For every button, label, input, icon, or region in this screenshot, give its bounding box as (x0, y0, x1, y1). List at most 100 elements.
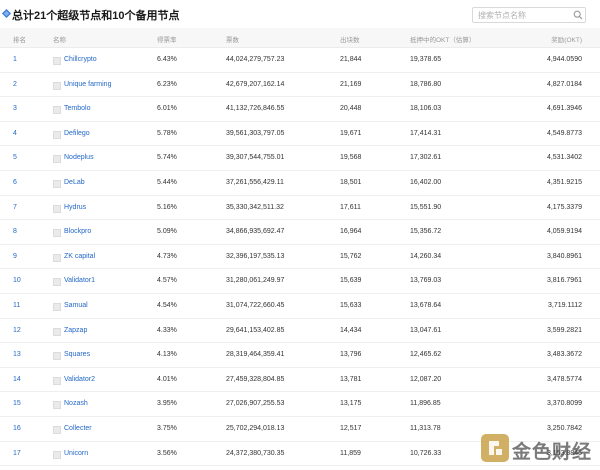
page-title: 总计21个超级节点和10个备用节点 (12, 10, 180, 22)
node-logo (53, 81, 61, 90)
blocks-cell: 13,781 (340, 375, 362, 383)
node-logo (53, 130, 61, 139)
node-name-link[interactable]: Hydrus (64, 204, 86, 211)
table-row[interactable]: 15 Nozash 3.95% 27,026,907,255.53 13,175 11,8… (0, 392, 600, 417)
column-header-name[interactable]: 名称 (53, 34, 66, 44)
vote-rate-cell: 6.23% (157, 80, 177, 88)
node-name-link[interactable]: Unique farming (64, 81, 111, 88)
table-row[interactable]: 4 Defilego 5.78% 39,561,303,797.05 19,671 17,… (0, 122, 600, 147)
reward-cell: 4,059.9194 (546, 228, 582, 236)
vote-rate-cell: 6.01% (157, 105, 177, 113)
node-logo (53, 425, 61, 434)
table-row[interactable]: 7 Hydrus 5.16% 35,330,342,511.32 17,611 15,55… (0, 196, 600, 221)
rank-cell: 13 (13, 351, 21, 359)
vote-rate-cell: 5.44% (157, 178, 177, 186)
node-name-link[interactable]: Chillcrypto (64, 56, 97, 63)
table-row[interactable]: 9 ZK capital 4.73% 32,396,197,535.13 15,762 1… (0, 245, 600, 270)
rank-cell: 16 (13, 424, 21, 432)
rank-cell: 11 (13, 301, 21, 309)
column-header-blocks[interactable]: 出块数 (340, 34, 360, 44)
table-row[interactable]: 8 Blockpro 5.09% 34,866,935,692.47 16,964 15,… (0, 220, 600, 245)
reward-cell: 3,370.8099 (546, 400, 582, 408)
locked-okt-cell: 18,106.03 (410, 105, 442, 113)
table-row[interactable]: 11 Samual 4.54% 31,074,722,660.45 15,633 13,6… (0, 294, 600, 319)
node-name-link[interactable]: Squares (64, 351, 90, 358)
node-name-link[interactable]: Samual (64, 302, 88, 309)
table-row[interactable]: 2 Unique farming 6.23% 42,679,207,162.14 21,… (0, 73, 600, 98)
blocks-cell: 20,448 (340, 105, 362, 113)
rank-cell: 8 (13, 228, 17, 236)
blocks-cell: 19,568 (340, 154, 362, 162)
column-header-votes[interactable]: 票数 (226, 34, 239, 44)
blocks-cell: 18,501 (340, 178, 362, 186)
node-name-link[interactable]: Validator1 (64, 277, 95, 284)
node-logo (53, 278, 61, 287)
votes-cell: 41,132,726,846.55 (226, 105, 285, 113)
vote-rate-cell: 3.75% (157, 424, 177, 432)
table-row[interactable]: 3 Tembolo 6.01% 41,132,726,846.55 20,448 18,1… (0, 97, 600, 122)
search-icon[interactable] (573, 10, 583, 20)
reward-cell: 3,250.7842 (546, 424, 582, 432)
locked-okt-cell: 16,402.00 (410, 178, 442, 186)
blocks-cell: 15,639 (340, 277, 362, 285)
votes-cell: 31,280,061,249.97 (226, 277, 285, 285)
table-row[interactable]: 10 Validator1 4.57% 31,280,061,249.97 15,639… (0, 269, 600, 294)
node-name-link[interactable]: Unicorn (64, 450, 88, 457)
votes-cell: 39,307,544,755.01 (226, 154, 285, 162)
diamond-icon (2, 9, 11, 18)
votes-cell: 27,459,328,804.85 (226, 375, 285, 383)
column-header-rank[interactable]: 排名 (13, 34, 26, 44)
vote-rate-cell: 5.16% (157, 203, 177, 211)
locked-okt-cell: 19,378.65 (410, 56, 442, 63)
search-box[interactable] (472, 7, 586, 23)
node-name-link[interactable]: Tembolo (64, 105, 90, 112)
blocks-cell: 15,633 (340, 301, 362, 309)
table-row[interactable]: 13 Squares 4.13% 28,319,464,359.41 13,796 12,… (0, 343, 600, 368)
votes-cell: 28,319,464,359.41 (226, 351, 285, 359)
node-name-link[interactable]: Defilego (64, 130, 90, 137)
blocks-cell: 13,796 (340, 351, 362, 359)
locked-okt-cell: 11,313.78 (410, 424, 441, 432)
column-header-reward[interactable]: 奖励(OKT) (551, 34, 582, 44)
column-header-locked-okt[interactable]: 抵押中的OKT（估算） (410, 34, 475, 44)
column-header-vote-rate[interactable]: 得票率 (157, 34, 177, 44)
locked-okt-cell: 15,356.72 (410, 228, 442, 236)
blocks-cell: 21,169 (340, 80, 362, 88)
vote-rate-cell: 5.09% (157, 228, 177, 236)
watermark: 金色财经 (480, 432, 596, 466)
reward-cell: 4,351.9215 (546, 178, 582, 186)
reward-cell: 3,599.2821 (546, 326, 582, 334)
table-row[interactable]: 14 Validator2 4.01% 27,459,328,804.85 13,781… (0, 368, 600, 393)
vote-rate-cell: 4.33% (157, 326, 177, 334)
node-logo (53, 450, 61, 459)
table-row[interactable]: 5 Nodeplus 5.74% 39,307,544,755.01 19,568 17,… (0, 146, 600, 171)
table-row[interactable]: 12 Zapzap 4.33% 29,641,153,402.85 14,434 13,0… (0, 319, 600, 344)
node-logo (53, 106, 61, 115)
votes-cell: 32,396,197,535.13 (226, 252, 285, 260)
reward-cell: 3,719.1112 (548, 301, 582, 309)
node-name-link[interactable]: Nodeplus (64, 154, 94, 161)
blocks-cell: 21,844 (340, 56, 362, 63)
locked-okt-cell: 14,260.34 (410, 252, 442, 260)
rank-cell: 15 (13, 400, 21, 408)
locked-okt-cell: 17,414.31 (410, 129, 442, 137)
node-logo (53, 352, 61, 361)
table-row[interactable]: 1 Chillcrypto 6.43% 44,024,279,757.23 21,844… (0, 48, 600, 73)
node-name-link[interactable]: Collecter (64, 425, 92, 432)
node-name-link[interactable]: ZK capital (64, 253, 95, 260)
node-name-link[interactable]: DeLab (64, 179, 85, 186)
blocks-cell: 12,517 (340, 424, 362, 432)
votes-cell: 31,074,722,660.45 (226, 301, 285, 309)
node-logo (53, 57, 61, 65)
node-name-link[interactable]: Validator2 (64, 376, 95, 383)
vote-rate-cell: 5.78% (157, 129, 177, 137)
node-name-link[interactable]: Zapzap (64, 327, 87, 334)
node-name-link[interactable]: Blockpro (64, 228, 91, 235)
search-input[interactable] (473, 8, 569, 22)
table-row[interactable]: 6 DeLab 5.44% 37,261,556,429.11 18,501 16,402… (0, 171, 600, 196)
node-logo (53, 229, 61, 238)
locked-okt-cell: 17,302.61 (410, 154, 442, 162)
node-name-link[interactable]: Nozash (64, 400, 88, 407)
vote-rate-cell: 4.73% (157, 252, 177, 260)
node-logo (53, 376, 61, 385)
